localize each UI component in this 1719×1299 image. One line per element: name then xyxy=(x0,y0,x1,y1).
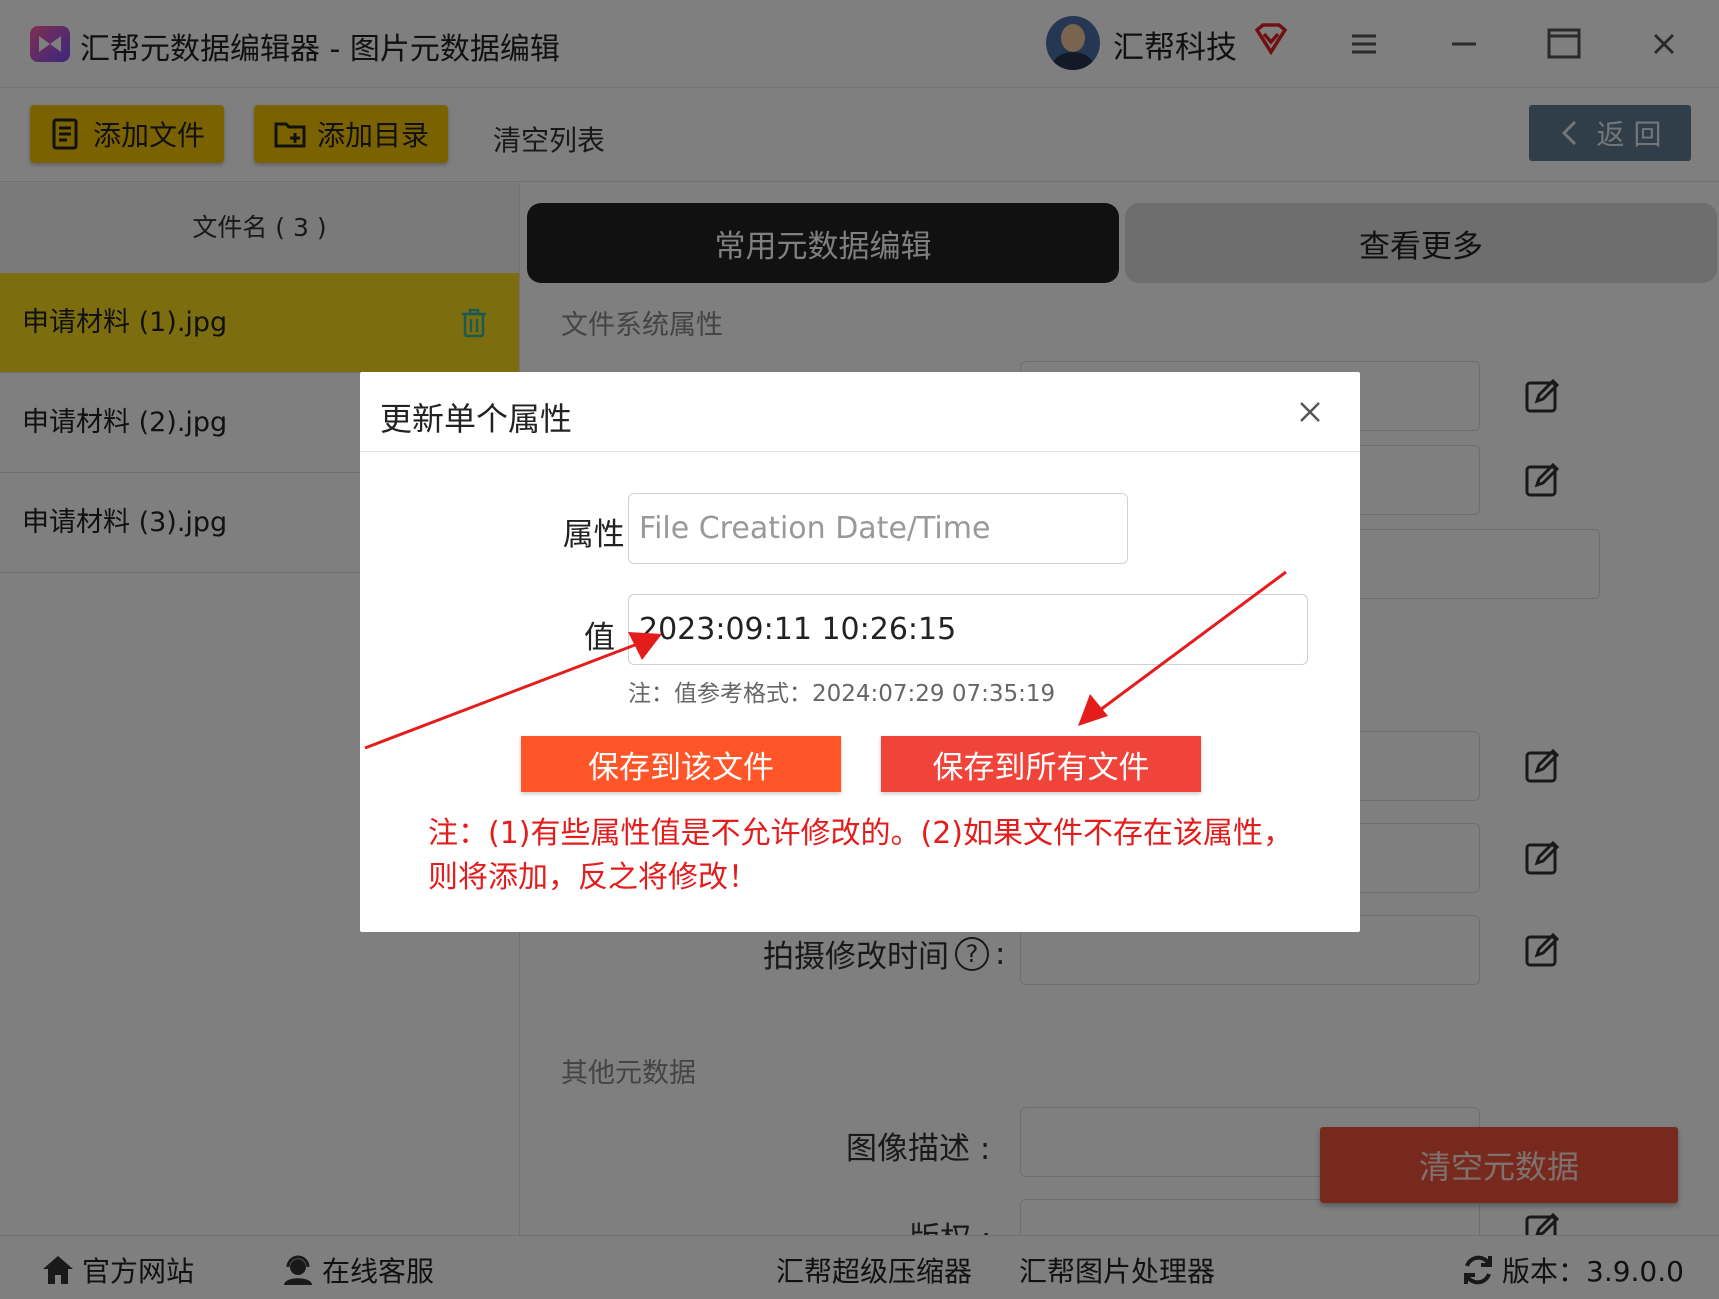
dialog-header: 更新单个属性 xyxy=(360,372,1360,452)
save-to-this-file-button[interactable]: 保存到该文件 xyxy=(521,736,841,792)
value-label: 值 xyxy=(584,620,615,656)
save-to-all-files-button[interactable]: 保存到所有文件 xyxy=(881,736,1201,792)
value-input[interactable] xyxy=(628,594,1308,665)
update-attribute-dialog: 更新单个属性 属性 : 值 注：值参考格式：2024:07:29 07:35:1… xyxy=(360,372,1360,932)
warning-note: 注：(1)有些属性值是不允许修改的。(2)如果文件不存在该属性，则将添加，反之将… xyxy=(428,816,1293,895)
close-icon[interactable] xyxy=(1296,398,1324,426)
attribute-input[interactable] xyxy=(628,493,1128,564)
format-hint: 注：值参考格式：2024:07:29 07:35:19 xyxy=(628,681,1056,707)
attribute-label: 属性 : xyxy=(562,517,645,553)
dialog-title: 更新单个属性 xyxy=(380,400,573,438)
